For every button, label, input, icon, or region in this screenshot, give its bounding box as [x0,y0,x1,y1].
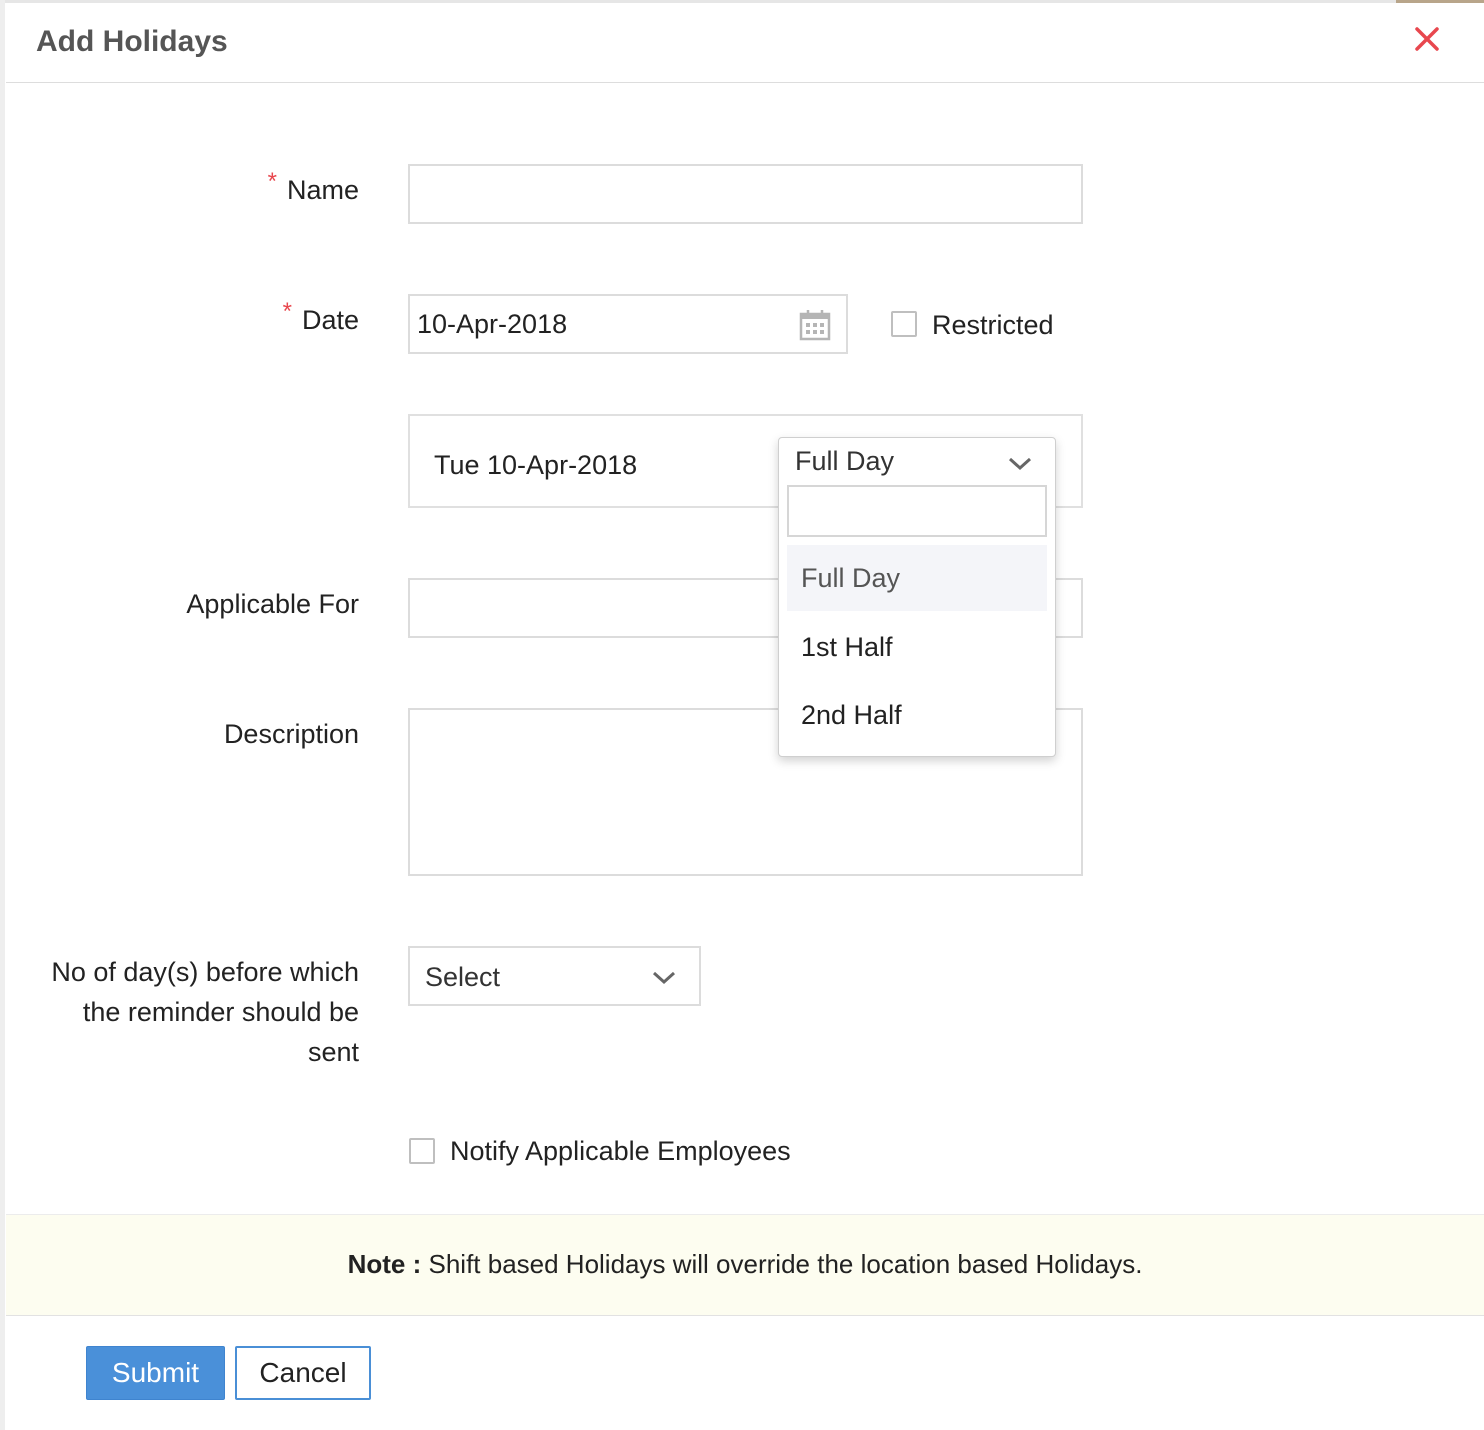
day-type-dropdown[interactable]: Full Day Full Day 1st Half 2nd Half [778,437,1056,757]
restricted-checkbox[interactable] [891,311,917,337]
note-text: Shift based Holidays will override the l… [428,1249,1143,1279]
dropdown-option-full-day[interactable]: Full Day [787,545,1047,611]
name-input[interactable] [408,164,1083,224]
close-icon[interactable] [1412,24,1442,54]
dropdown-option-1st-half[interactable]: 1st Half [787,614,1047,680]
dialog-left-edge [0,0,5,1430]
submit-button[interactable]: Submit [86,1346,225,1400]
dropdown-search-input[interactable] [787,485,1047,537]
notify-checkbox[interactable] [409,1138,435,1164]
reminder-label-line-2: the reminder should be [82,997,359,1027]
dropdown-option-2nd-half[interactable]: 2nd Half [787,682,1047,748]
reminder-select[interactable]: Select [408,946,701,1006]
description-label: Description [223,719,359,749]
reminder-label-line-1: No of day(s) before which [51,957,359,987]
reminder-select-value: Select [425,962,501,992]
date-label: * Date [282,298,359,342]
required-marker: * [267,168,277,195]
chevron-down-icon[interactable] [1007,456,1033,472]
note-bar: Note : Shift based Holidays will overrid… [6,1214,1484,1316]
calendar-icon[interactable] [799,309,831,341]
name-label-text: Name [286,175,359,205]
chevron-down-icon [652,971,676,985]
note-text-container: Note : Shift based Holidays will overrid… [6,1249,1484,1280]
note-label: Note : [347,1249,422,1279]
restricted-label: Restricted [932,310,1054,340]
date-input[interactable]: 10-Apr-2018 [408,294,848,354]
required-marker: * [282,298,292,325]
reminder-label-line-3: sent [307,1037,359,1067]
date-label-text: Date [301,305,359,335]
day-row-label: Tue 10-Apr-2018 [434,450,638,480]
name-label: * Name [267,168,359,212]
applicable-for-label: Applicable For [186,589,359,619]
dialog-header: Add Holidays [6,3,1484,83]
cancel-button[interactable]: Cancel [235,1346,371,1400]
notify-label: Notify Applicable Employees [450,1136,791,1166]
day-type-selected: Full Day [795,446,895,476]
dialog-title: Add Holidays [36,25,228,58]
date-input-value: 10-Apr-2018 [417,309,568,339]
